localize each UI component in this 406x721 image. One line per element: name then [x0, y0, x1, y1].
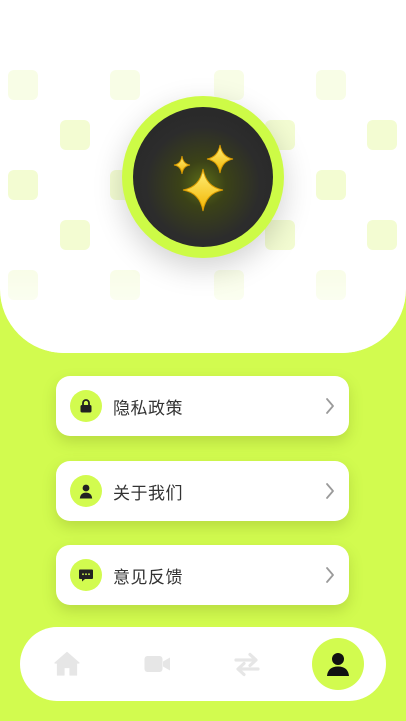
header-fade	[0, 263, 406, 353]
video-icon	[144, 656, 170, 672]
menu-icon-wrap	[70, 390, 102, 422]
background-tile	[110, 70, 140, 100]
lock-icon	[80, 399, 92, 413]
menu-item-label: 隐私政策	[113, 398, 183, 419]
menu-item-feedback[interactable]: 意见反馈	[56, 545, 349, 605]
chevron-right-icon	[326, 483, 334, 499]
tab-home[interactable]	[32, 627, 102, 701]
background-tile	[316, 170, 346, 200]
sparkles-badge	[122, 96, 284, 258]
background-tile	[316, 70, 346, 100]
background-tile	[60, 220, 90, 250]
background-tile	[367, 220, 397, 250]
badge-core	[133, 107, 273, 247]
user-icon	[79, 484, 93, 499]
background-tile	[60, 120, 90, 150]
tab-profile[interactable]	[303, 627, 373, 701]
profile-header	[0, 0, 406, 353]
background-tile	[8, 70, 38, 100]
menu-item-about-us[interactable]: 关于我们	[56, 461, 349, 521]
tab-swap[interactable]	[212, 627, 282, 701]
chevron-right-icon	[326, 398, 334, 414]
home-icon	[54, 651, 80, 676]
message-icon	[79, 569, 93, 582]
chevron-right-icon	[326, 567, 334, 583]
swap-icon	[234, 652, 260, 677]
tab-video[interactable]	[122, 627, 192, 701]
menu-item-label: 意见反馈	[113, 567, 183, 588]
menu-item-privacy-policy[interactable]: 隐私政策	[56, 376, 349, 436]
menu-icon-wrap	[70, 475, 102, 507]
background-tile	[367, 120, 397, 150]
tab-active-indicator	[312, 638, 364, 690]
menu-icon-wrap	[70, 559, 102, 591]
bottom-tab-bar	[20, 627, 386, 701]
profile-icon	[327, 653, 349, 676]
background-tile	[8, 170, 38, 200]
menu-item-label: 关于我们	[113, 483, 183, 504]
background-tile	[214, 70, 244, 100]
sparkles-icon	[173, 144, 234, 212]
